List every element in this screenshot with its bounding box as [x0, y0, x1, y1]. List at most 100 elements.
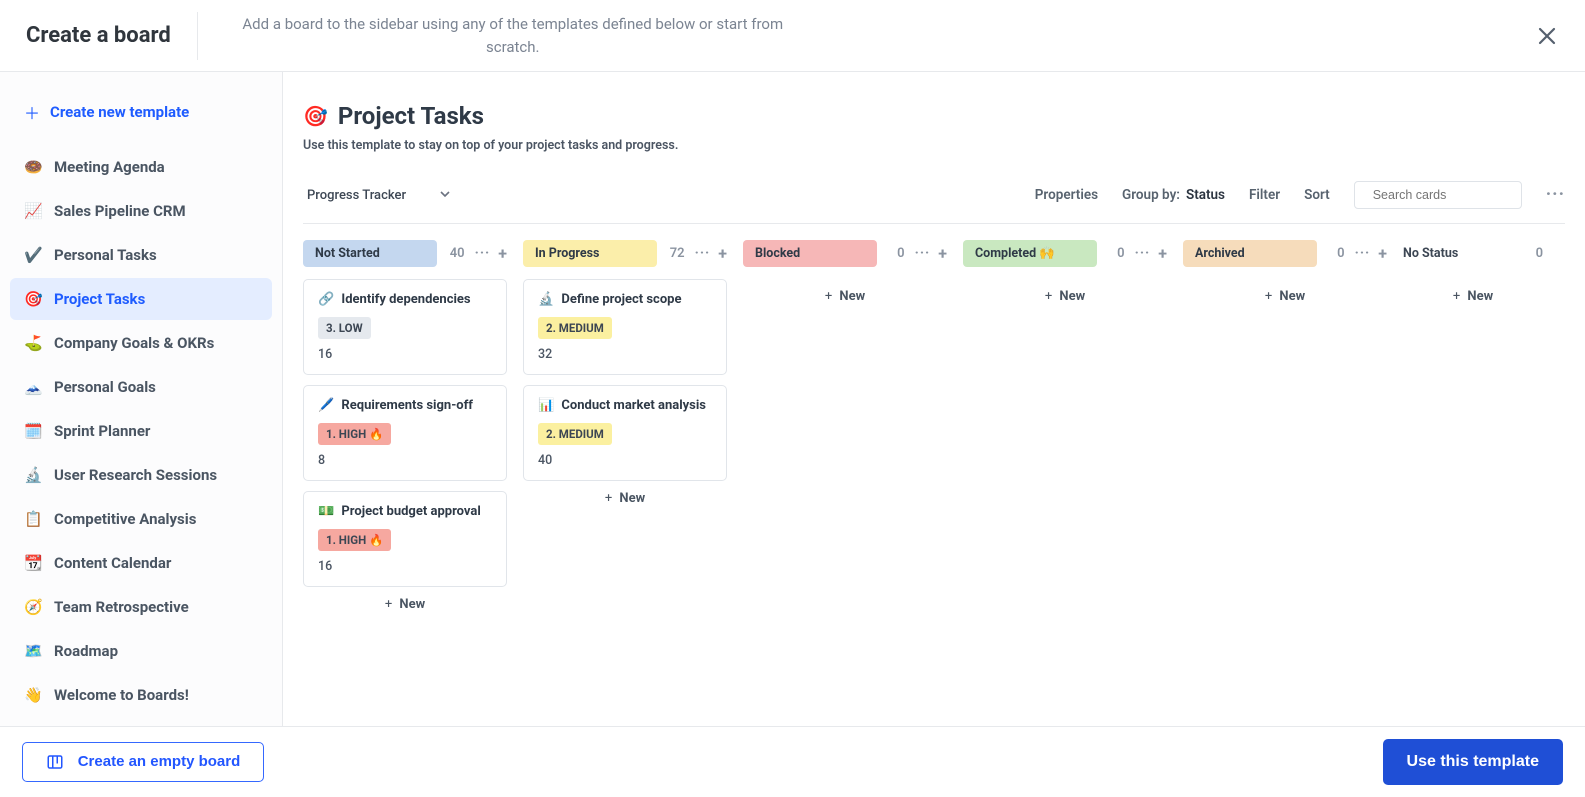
sidebar-item-icon: 🔬: [24, 466, 42, 484]
board-card[interactable]: 🔗 Identify dependencies3. LOW16: [303, 279, 507, 375]
card-number: 16: [318, 559, 492, 574]
sidebar-item[interactable]: 🗻Personal Goals: [10, 366, 272, 408]
groupby-value: Status: [1186, 187, 1225, 203]
sidebar-item-icon: 📈: [24, 202, 42, 220]
column-count: 72: [667, 246, 685, 261]
sidebar-item[interactable]: 📆Content Calendar: [10, 542, 272, 584]
board-card[interactable]: 📊 Conduct market analysis2. MEDIUM40: [523, 385, 727, 481]
sidebar-item-label: Sales Pipeline CRM: [54, 202, 186, 220]
sidebar-item[interactable]: 🎯 Project Tasks: [10, 278, 272, 320]
column-add-icon[interactable]: +: [498, 244, 507, 263]
add-card-button[interactable]: + New: [523, 481, 727, 516]
column-add-icon[interactable]: +: [1158, 244, 1167, 263]
board-icon: [46, 753, 64, 771]
properties-button[interactable]: Properties: [1035, 187, 1098, 203]
column-title[interactable]: In Progress: [523, 240, 657, 267]
kanban-board: Not Started 40 ··· + 🔗 Identify dependencies…: [283, 224, 1585, 726]
column-more-icon[interactable]: ···: [1135, 249, 1151, 257]
card-number: 16: [318, 347, 492, 362]
column-count: 40: [447, 246, 465, 261]
column-header: Not Started 40 ··· +: [303, 240, 507, 267]
sidebar-item-label: Personal Tasks: [54, 246, 157, 264]
template-sidebar: ＋ Create new template 🍩Meeting Agenda 📈 Sa…: [0, 72, 283, 726]
plus-icon: +: [1045, 289, 1052, 304]
add-card-button[interactable]: + New: [1183, 279, 1387, 314]
chevron-down-icon: [440, 188, 450, 203]
sidebar-item[interactable]: 👋Welcome to Boards!: [10, 674, 272, 716]
add-card-button[interactable]: + New: [1403, 279, 1543, 314]
create-new-template-button[interactable]: ＋ Create new template: [10, 90, 272, 146]
column-add-icon[interactable]: +: [718, 244, 727, 263]
column-count: 0: [1107, 246, 1125, 261]
filter-button[interactable]: Filter: [1249, 187, 1280, 203]
column-header: Archived0···+: [1183, 240, 1387, 267]
add-card-button[interactable]: + New: [743, 279, 947, 314]
sidebar-item-label: Welcome to Boards!: [54, 686, 189, 704]
create-empty-board-label: Create an empty board: [78, 753, 241, 771]
column-header: Blocked 0 ··· +: [743, 240, 947, 267]
card-number: 40: [538, 453, 712, 468]
plus-icon: +: [605, 491, 612, 506]
sidebar-item-icon: 🧭: [24, 598, 42, 616]
column-add-icon[interactable]: +: [938, 244, 947, 263]
add-card-button[interactable]: + New: [963, 279, 1167, 314]
more-options-button[interactable]: ···: [1546, 189, 1565, 202]
sidebar-item[interactable]: 📋Competitive Analysis: [10, 498, 272, 540]
board-card[interactable]: 💵 Project budget approval1. HIGH 🔥16: [303, 491, 507, 587]
board-card[interactable]: 🔬 Define project scope2. MEDIUM32: [523, 279, 727, 375]
card-icon: 📊: [538, 398, 554, 413]
sidebar-item[interactable]: ✔️ Personal Tasks: [10, 234, 272, 276]
sidebar-item-icon: ✔️: [24, 246, 42, 264]
column-title[interactable]: Completed 🙌: [963, 240, 1097, 267]
board-toolbar: Progress Tracker Properties Group by: St…: [303, 181, 1565, 224]
sidebar-item[interactable]: 🔬User Research Sessions: [10, 454, 272, 496]
column-more-icon[interactable]: ···: [475, 249, 491, 257]
sidebar-item-label: Project Tasks: [54, 290, 145, 308]
column-more-icon[interactable]: ···: [1355, 249, 1371, 257]
sidebar-item-icon: 🗓️: [24, 422, 42, 440]
groupby-button[interactable]: Group by: Status: [1122, 187, 1225, 203]
sidebar-item[interactable]: 🗓️ Sprint Planner: [10, 410, 272, 452]
target-icon: 🎯: [303, 104, 328, 128]
close-icon[interactable]: [1535, 24, 1559, 48]
page-title: 🎯 Project Tasks: [303, 102, 1565, 130]
column-title[interactable]: Archived: [1183, 240, 1317, 267]
plus-icon: +: [1453, 289, 1460, 304]
card-icon: 💵: [318, 504, 334, 519]
dialog-footer: Create an empty board Use this template: [0, 726, 1585, 797]
column-count: 0: [887, 246, 905, 261]
board-card[interactable]: 🖊️ Requirements sign-off1. HIGH 🔥8: [303, 385, 507, 481]
use-template-button[interactable]: Use this template: [1383, 739, 1563, 785]
sidebar-item[interactable]: 🗺️Roadmap: [10, 630, 272, 672]
card-title: 🔬 Define project scope: [538, 292, 712, 307]
column-title[interactable]: Not Started: [303, 240, 437, 267]
sidebar-item[interactable]: 📈 Sales Pipeline CRM: [10, 190, 272, 232]
column-more-icon[interactable]: ···: [915, 249, 931, 257]
column-more-icon[interactable]: ···: [695, 249, 711, 257]
sidebar-item[interactable]: 🍩Meeting Agenda: [10, 146, 272, 188]
search-input[interactable]: [1373, 188, 1534, 202]
sort-button[interactable]: Sort: [1304, 187, 1330, 203]
plus-icon: +: [1265, 289, 1272, 304]
column-header: Completed 🙌 0 ··· +: [963, 240, 1167, 267]
add-card-button[interactable]: + New: [303, 587, 507, 622]
board-column: Blocked 0 ··· + + New: [743, 240, 947, 314]
create-new-template-label: Create new template: [50, 103, 189, 121]
create-empty-board-button[interactable]: Create an empty board: [22, 742, 264, 782]
card-priority-tag: 1. HIGH 🔥: [318, 529, 391, 551]
column-title[interactable]: No Status: [1403, 240, 1515, 267]
sidebar-item-label: Sprint Planner: [54, 422, 150, 440]
view-selector[interactable]: Progress Tracker: [303, 188, 450, 203]
column-title[interactable]: Blocked: [743, 240, 877, 267]
card-priority-tag: 2. MEDIUM: [538, 423, 612, 445]
sidebar-item-icon: 🗻: [24, 378, 42, 396]
view-name: Progress Tracker: [307, 188, 406, 203]
column-header: No Status0: [1403, 240, 1543, 267]
sidebar-item[interactable]: 🧭Team Retrospective: [10, 586, 272, 628]
search-box[interactable]: [1354, 181, 1522, 209]
card-title: 🔗 Identify dependencies: [318, 292, 492, 307]
sidebar-item-icon: 🎯: [24, 290, 42, 308]
column-add-icon[interactable]: +: [1378, 244, 1387, 263]
sidebar-item[interactable]: ⛳Company Goals & OKRs: [10, 322, 272, 364]
groupby-label: Group by:: [1122, 187, 1180, 203]
